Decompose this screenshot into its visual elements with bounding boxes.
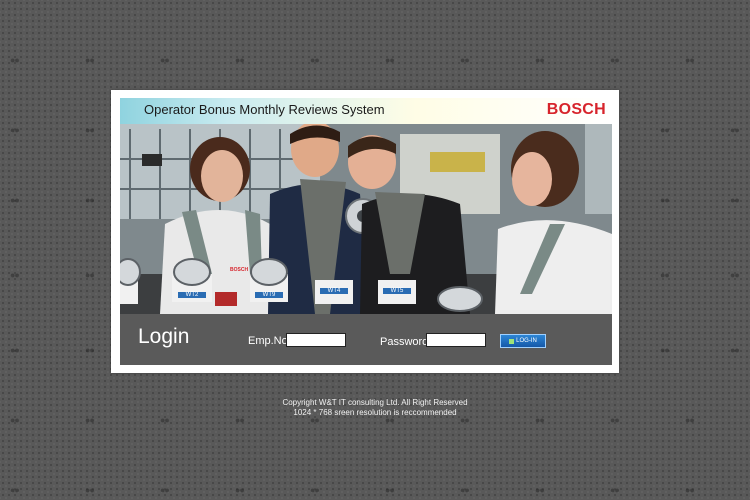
part-label: WT4 [320, 288, 348, 294]
password-label: Password [380, 336, 429, 348]
hero-photo: WT2 WT9 WT4 WT5 BOSCH [120, 124, 612, 314]
login-bar: Login Emp.No Password LOG-IN [120, 314, 612, 365]
bosch-logo: BOSCH [546, 101, 606, 118]
part-label: WT5 [383, 288, 411, 294]
footer-copyright: Copyright W&T IT consulting Ltd. All Rig… [282, 398, 468, 407]
workshop-photo-illustration [120, 124, 612, 314]
login-button[interactable]: LOG-IN [500, 334, 546, 348]
emp-no-label: Emp.No [248, 335, 288, 347]
login-button-label: LOG-IN [516, 338, 537, 344]
login-button-icon [509, 338, 515, 344]
footer-resolution-note: 1024 * 768 sreen resolution is reccommen… [293, 408, 457, 417]
part-label: WT2 [178, 292, 206, 298]
login-title: Login [138, 325, 190, 348]
app-header: Operator Bonus Monthly Reviews System BO… [120, 98, 612, 124]
password-input[interactable] [426, 333, 486, 347]
login-card: Operator Bonus Monthly Reviews System BO… [111, 90, 619, 373]
part-label: WT9 [255, 292, 283, 298]
app-title: Operator Bonus Monthly Reviews System [144, 102, 385, 117]
shirt-brand: BOSCH [230, 267, 249, 273]
emp-no-input[interactable] [286, 333, 346, 347]
